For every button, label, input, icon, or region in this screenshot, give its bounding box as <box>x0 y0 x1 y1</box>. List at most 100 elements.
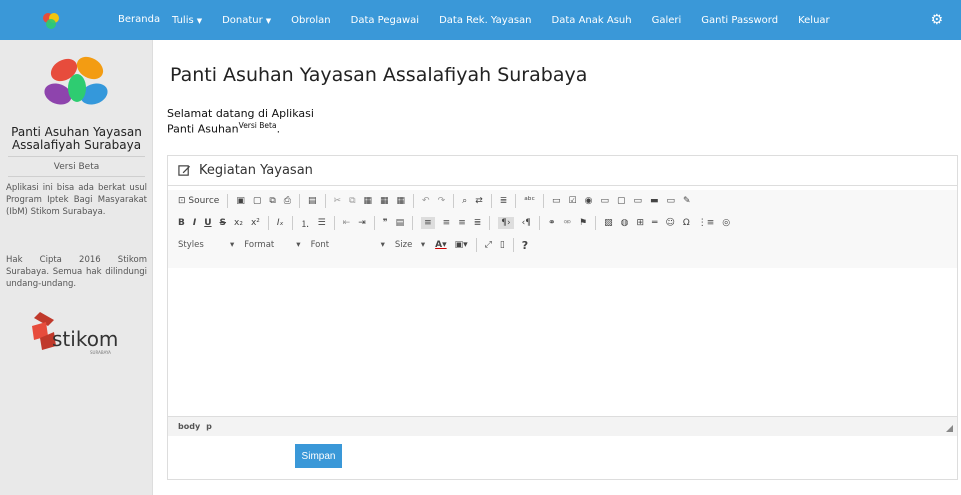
smiley-icon[interactable]: ☺ <box>665 218 674 228</box>
welcome-app-name: Panti Asuhan <box>167 122 239 136</box>
divider <box>8 176 145 177</box>
text-color-icon[interactable]: A▾ <box>435 240 446 250</box>
image-icon[interactable]: ▨ <box>604 218 613 228</box>
maximize-icon[interactable]: ⤢ <box>485 240 492 250</box>
justify-icon[interactable]: ≣ <box>474 218 482 228</box>
paste-icon[interactable]: ▦ <box>364 196 373 206</box>
unlink-icon[interactable]: ⚮ <box>564 218 572 228</box>
checkbox-icon[interactable]: ☑ <box>569 196 577 206</box>
subscript-icon[interactable]: x₂ <box>234 218 243 228</box>
align-right-icon[interactable]: ≡ <box>458 218 466 228</box>
toolbar-separator <box>490 194 492 208</box>
spellcheck-icon[interactable]: ᵃᵇᶜ <box>524 196 535 206</box>
welcome-version: Versi Beta <box>238 121 277 130</box>
panel-heading: Kegiatan Yayasan <box>168 156 957 186</box>
page-title: Panti Asuhan Yayasan Assalafiyah Surabay… <box>170 64 588 86</box>
nav-keluar[interactable]: Keluar <box>798 15 830 26</box>
image-button-icon[interactable]: ▭ <box>667 196 676 206</box>
copy-icon[interactable]: ⧉ <box>349 196 355 206</box>
bold-icon[interactable]: B <box>178 218 185 228</box>
source-button[interactable]: ⊡ Source <box>178 196 219 206</box>
paste-word-icon[interactable]: ▦ <box>397 196 406 206</box>
brand-logo-icon[interactable] <box>40 10 62 32</box>
size-dropdown[interactable]: Size ▾ <box>395 240 425 250</box>
outdent-icon[interactable]: ⇤ <box>343 218 351 228</box>
redo-icon[interactable]: ↷ <box>438 196 446 206</box>
strike-icon[interactable]: S <box>220 218 226 228</box>
format-dropdown[interactable]: Format ▾ <box>244 240 300 250</box>
form-icon[interactable]: ▭ <box>552 196 561 206</box>
nav-data-anak-asuh[interactable]: Data Anak Asuh <box>552 15 632 26</box>
anchor-icon[interactable]: ⚑ <box>579 218 587 228</box>
horizontal-line-icon[interactable]: ═ <box>652 218 657 228</box>
welcome-end: . <box>276 122 281 136</box>
div-container-icon[interactable]: ▤ <box>396 218 405 228</box>
nav-galeri[interactable]: Galeri <box>652 15 682 26</box>
path-p[interactable]: p <box>206 422 212 431</box>
welcome-line-2: Panti AsuhanVersi Beta. <box>167 120 314 136</box>
find-icon[interactable]: ⌕ <box>462 196 467 206</box>
divider <box>8 156 145 157</box>
undo-icon[interactable]: ↶ <box>422 196 430 206</box>
page-break-icon[interactable]: ⋮≡ <box>698 218 715 228</box>
font-dropdown[interactable]: Font ▾ <box>311 240 385 250</box>
button-icon[interactable]: ▬ <box>650 196 659 206</box>
select-all-icon[interactable]: ≣ <box>500 196 508 206</box>
nav-tulis[interactable]: Tulis ▼ <box>172 15 202 26</box>
radio-icon[interactable]: ◉ <box>585 196 593 206</box>
cut-icon[interactable]: ✂ <box>334 196 342 206</box>
numbered-list-icon[interactable]: ⒈ <box>301 217 310 230</box>
save-button[interactable]: Simpan <box>295 444 342 468</box>
save-icon[interactable]: ▣ <box>236 196 245 206</box>
toolbar-row-1: ⊡ Source ▣ ▢ ⧉ ⎙ ▤ ✂ ⧉ ▦ ▦ ▦ ↶ ↷ ⌕ ⇄ ≣ ᵃ… <box>168 190 957 212</box>
preview-icon[interactable]: ⧉ <box>269 196 275 206</box>
rtl-icon[interactable]: ‹¶ <box>522 218 531 228</box>
flash-icon[interactable]: ◍ <box>621 218 629 228</box>
hidden-field-icon[interactable]: ✎ <box>683 196 691 206</box>
templates-icon[interactable]: ▤ <box>308 196 317 206</box>
size-label: Size <box>394 240 413 250</box>
paste-text-icon[interactable]: ▦ <box>380 196 389 206</box>
underline-icon[interactable]: U <box>204 218 211 228</box>
nav-data-rek-yayasan[interactable]: Data Rek. Yayasan <box>439 15 531 26</box>
print-icon[interactable]: ⎙ <box>284 196 291 206</box>
resize-grip-icon[interactable] <box>946 425 953 432</box>
rich-text-editor: ⊡ Source ▣ ▢ ⧉ ⎙ ▤ ✂ ⧉ ▦ ▦ ▦ ↶ ↷ ⌕ ⇄ ≣ ᵃ… <box>168 186 957 436</box>
nav-data-pegawai[interactable]: Data Pegawai <box>351 15 419 26</box>
align-left-icon[interactable]: ≡ <box>421 217 435 229</box>
caret-down-icon: ▾ <box>420 240 426 250</box>
caret-down-icon: ▾ <box>296 240 301 250</box>
bulleted-list-icon[interactable]: ☰ <box>318 218 326 228</box>
bg-color-icon[interactable]: ▣▾ <box>455 240 468 250</box>
superscript-icon[interactable]: x² <box>251 218 260 228</box>
italic-icon[interactable]: I <box>193 218 196 228</box>
textfield-icon[interactable]: ▭ <box>600 196 609 206</box>
iframe-icon[interactable]: ◎ <box>722 218 730 228</box>
nav-obrolan[interactable]: Obrolan <box>291 15 330 26</box>
help-icon[interactable]: ? <box>522 239 528 252</box>
editor-content-area[interactable] <box>168 268 957 416</box>
select-icon[interactable]: ▭ <box>633 196 642 206</box>
show-blocks-icon[interactable]: ▯ <box>500 240 505 250</box>
sidebar-version: Versi Beta <box>53 162 100 172</box>
styles-dropdown[interactable]: Styles ▾ <box>178 240 234 250</box>
edit-icon <box>178 165 191 176</box>
align-center-icon[interactable]: ≡ <box>443 218 451 228</box>
special-char-icon[interactable]: Ω <box>683 218 690 228</box>
stikom-sub: SURABAYA <box>90 350 111 355</box>
textarea-icon[interactable]: ▢ <box>617 196 626 206</box>
gear-icon[interactable]: ⚙ <box>930 12 943 28</box>
replace-icon[interactable]: ⇄ <box>475 196 483 206</box>
blockquote-icon[interactable]: ❞ <box>383 218 388 228</box>
link-icon[interactable]: ⚭ <box>548 218 556 228</box>
table-icon[interactable]: ⊞ <box>637 218 645 228</box>
nav-ganti-password[interactable]: Ganti Password <box>701 15 778 26</box>
path-body[interactable]: body <box>178 422 200 431</box>
new-page-icon[interactable]: ▢ <box>253 196 262 206</box>
nav-donatur[interactable]: Donatur ▼ <box>222 15 271 26</box>
ltr-icon[interactable]: ¶› <box>498 217 514 229</box>
nav-beranda[interactable]: Beranda <box>118 14 160 25</box>
toolbar-separator <box>489 216 491 230</box>
remove-format-icon[interactable]: Iₓ <box>277 218 284 228</box>
indent-icon[interactable]: ⇥ <box>358 218 366 228</box>
